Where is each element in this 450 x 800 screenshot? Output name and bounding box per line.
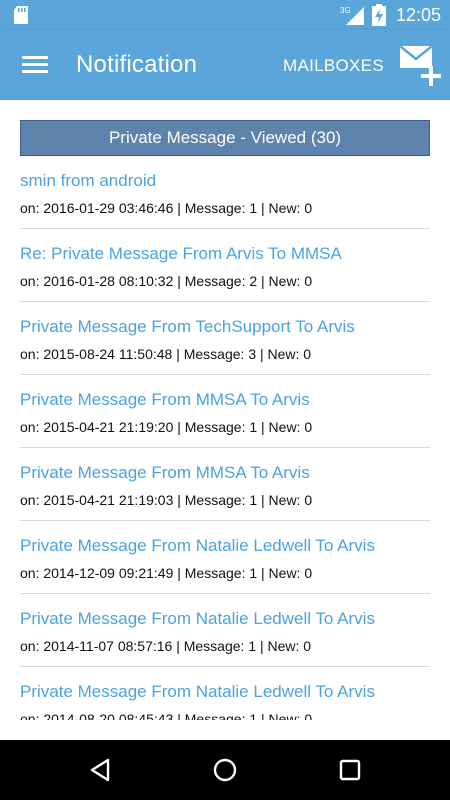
- message-subject[interactable]: Private Message From Natalie Ledwell To …: [20, 682, 375, 702]
- list-item[interactable]: smin from android on: 2016-01-29 03:46:4…: [20, 156, 430, 229]
- page-title: Notification: [76, 51, 198, 78]
- list-item[interactable]: Private Message From Natalie Ledwell To …: [20, 667, 430, 720]
- hamburger-menu-icon[interactable]: [18, 50, 52, 80]
- status-time: 12:05: [396, 5, 442, 25]
- message-meta: on: 2015-08-24 11:50:48 | Message: 3 | N…: [20, 346, 312, 362]
- back-icon[interactable]: [86, 755, 116, 785]
- list-item[interactable]: Private Message From TechSupport To Arvi…: [20, 302, 430, 375]
- app-bar: Notification MAILBOXES: [0, 30, 450, 100]
- status-bar: 3G 12:05: [0, 0, 450, 30]
- message-meta: on: 2016-01-29 03:46:46 | Message: 1 | N…: [20, 200, 313, 216]
- message-list: smin from android on: 2016-01-29 03:46:4…: [20, 156, 430, 720]
- message-meta: on: 2015-04-21 21:19:03 | Message: 1 | N…: [20, 492, 313, 508]
- section-header: Private Message - Viewed (30): [20, 120, 430, 156]
- mailboxes-button[interactable]: MAILBOXES: [283, 56, 384, 76]
- message-subject[interactable]: Re: Private Message From Arvis To MMSA: [20, 244, 342, 264]
- compose-mail-icon[interactable]: [396, 42, 444, 88]
- message-meta: on: 2014-12-09 09:21:49 | Message: 1 | N…: [20, 565, 313, 581]
- message-subject[interactable]: Private Message From MMSA To Arvis: [20, 390, 310, 410]
- battery-charging-icon: [372, 4, 386, 26]
- list-item[interactable]: Private Message From MMSA To Arvis on: 2…: [20, 375, 430, 448]
- message-subject[interactable]: smin from android: [20, 171, 156, 191]
- message-meta: on: 2014-08-20 08:45:43 | Message: 1 | N…: [20, 711, 313, 720]
- message-meta: on: 2014-11-07 08:57:16 | Message: 1 | N…: [20, 638, 312, 654]
- message-meta: on: 2016-01-28 08:10:32 | Message: 2 | N…: [20, 273, 313, 289]
- list-item[interactable]: Re: Private Message From Arvis To MMSA o…: [20, 229, 430, 302]
- message-subject[interactable]: Private Message From TechSupport To Arvi…: [20, 317, 355, 337]
- navigation-bar: [0, 740, 450, 800]
- list-item[interactable]: Private Message From MMSA To Arvis on: 2…: [20, 448, 430, 521]
- recents-icon[interactable]: [335, 755, 365, 785]
- message-subject[interactable]: Private Message From Natalie Ledwell To …: [20, 609, 375, 629]
- message-subject[interactable]: Private Message From MMSA To Arvis: [20, 463, 310, 483]
- list-item[interactable]: Private Message From Natalie Ledwell To …: [20, 521, 430, 594]
- message-subject[interactable]: Private Message From Natalie Ledwell To …: [20, 536, 375, 556]
- sd-card-icon: [14, 6, 28, 24]
- message-meta: on: 2015-04-21 21:19:20 | Message: 1 | N…: [20, 419, 313, 435]
- signal-3g-icon: 3G: [340, 6, 364, 25]
- network-label: 3G: [340, 6, 351, 15]
- list-item[interactable]: Private Message From Natalie Ledwell To …: [20, 594, 430, 667]
- home-icon[interactable]: [210, 755, 240, 785]
- content-area: Private Message - Viewed (30) smin from …: [0, 100, 450, 720]
